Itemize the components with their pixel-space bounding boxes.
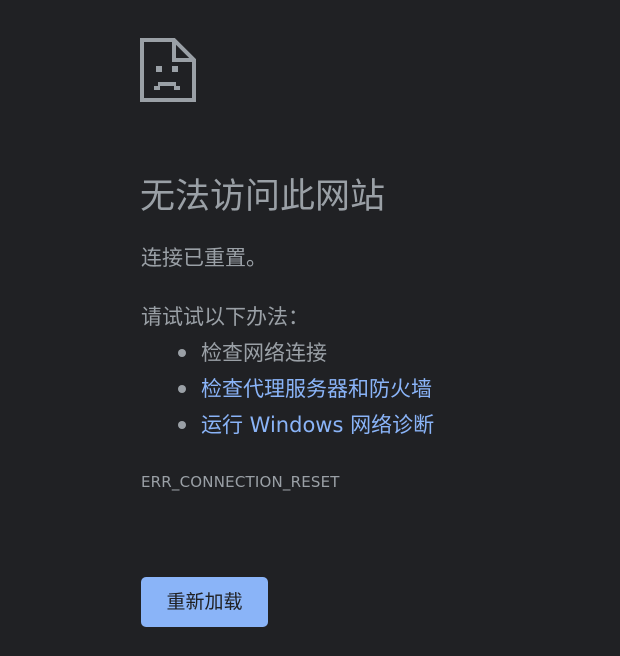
run-network-diagnostics-link[interactable]: 运行 Windows 网络诊断 (201, 408, 434, 442)
check-proxy-firewall-link[interactable]: 检查代理服务器和防火墙 (201, 372, 432, 406)
page-title: 无法访问此网站 (140, 177, 386, 217)
error-code: ERR_CONNECTION_RESET (141, 473, 340, 491)
bullet-icon (178, 349, 186, 357)
reload-button[interactable]: 重新加载 (141, 577, 268, 627)
bullet-icon (178, 421, 186, 429)
sad-document-icon (140, 38, 196, 102)
suggestions-heading: 请试试以下办法： (141, 305, 309, 329)
bullet-icon (178, 385, 186, 393)
suggestion-label: 检查网络连接 (201, 341, 327, 365)
error-summary: 连接已重置。 (141, 246, 267, 270)
